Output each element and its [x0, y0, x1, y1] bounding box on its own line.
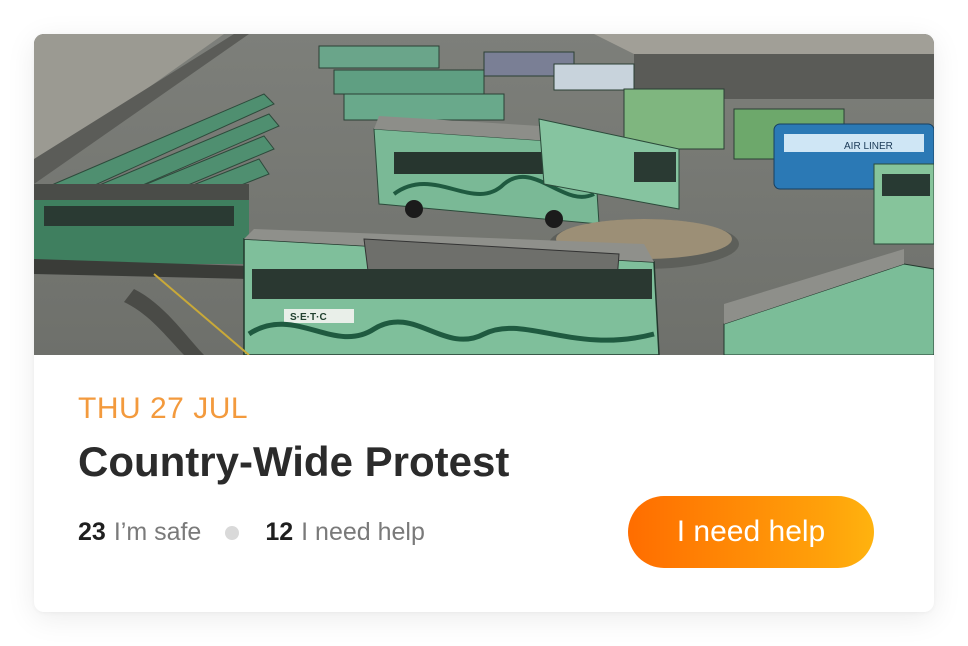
help-count: 12: [265, 518, 294, 546]
bus-side-text: S·E·T·C: [290, 312, 327, 323]
separator-dot: [225, 525, 240, 540]
need-help-button[interactable]: I need help: [628, 496, 874, 568]
response-stats: 23 I’m safe 12 I need help: [78, 518, 425, 547]
bus-depot-illustration: AIR LINER S·E·T·C: [34, 34, 934, 355]
far-bus-text: AIR LINER: [844, 141, 893, 152]
event-photo: AIR LINER S·E·T·C: [34, 34, 934, 355]
event-card[interactable]: AIR LINER S·E·T·C THU 27 JUL Country-Wid…: [34, 34, 934, 612]
help-label: I need help: [301, 518, 425, 546]
safe-count: 23: [78, 518, 106, 546]
event-title: Country-Wide Protest: [78, 438, 510, 485]
safe-label: I’m safe: [113, 518, 202, 546]
event-date: THU 27 JUL: [78, 392, 249, 425]
